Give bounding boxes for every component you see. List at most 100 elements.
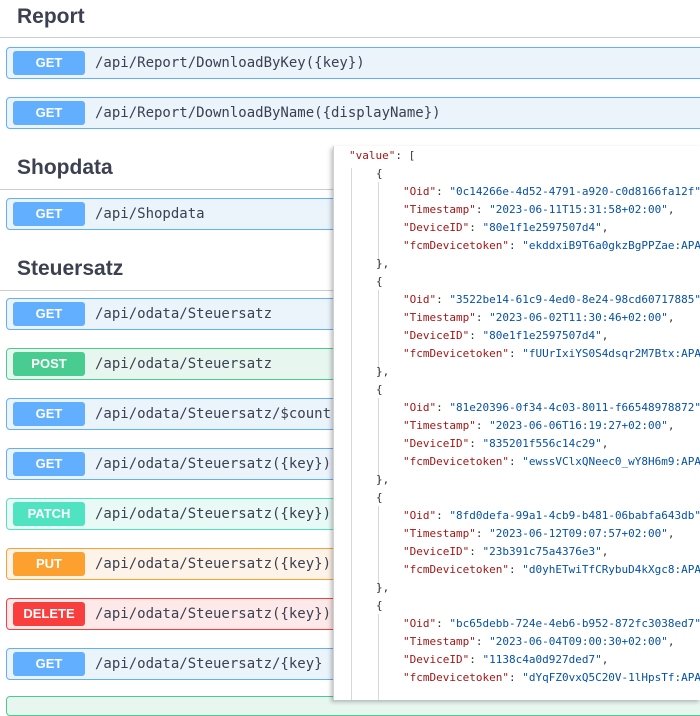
json-punctuation: , (601, 653, 609, 666)
json-value: "80e1f1e2597507d4" (482, 329, 602, 342)
json-key: "Timestamp" (403, 635, 476, 648)
json-punctuation: : (508, 455, 523, 468)
json-punctuation: : (475, 527, 490, 540)
json-object-open: { (376, 383, 383, 397)
json-value: "ewssVClxQNeec0_wY8H6m9:APA (522, 455, 700, 468)
json-value: "3522be14-61c9-4ed0-8e24-98cd60717885" (449, 293, 700, 306)
json-punctuation: : (436, 509, 450, 522)
json-punctuation: , (667, 527, 675, 540)
json-field-line: "DeviceID": "23b391c75a4376e3", (403, 545, 608, 559)
json-field-line: "Timestamp": "2023-06-02T11:30:46+02:00"… (403, 311, 675, 325)
json-value: "23b391c75a4376e3" (482, 545, 602, 558)
json-punctuation: , (667, 419, 675, 432)
json-object-open: { (376, 167, 383, 181)
json-field-line: "Oid": "0c14266e-4d52-4791-a920-c0d8166f… (403, 185, 700, 199)
json-punctuation: { (376, 167, 383, 180)
operation-path: /api/odata/Steuersatz/{key} (95, 656, 323, 672)
json-value: "80e1f1e2597507d4" (482, 221, 602, 234)
json-key: "DeviceID" (403, 221, 470, 234)
json-object-open: { (376, 275, 383, 289)
json-value: "2023-06-02T11:30:46+02:00" (489, 311, 668, 324)
json-punctuation: : (469, 545, 483, 558)
json-punctuation: : (469, 653, 483, 666)
method-badge: GET (13, 51, 85, 75)
json-field-line: "Timestamp": "2023-06-11T15:31:58+02:00"… (403, 203, 675, 217)
json-response-panel[interactable]: "value": [ { "Oid": "0c14266e-4d52-4791-a… (333, 146, 700, 700)
json-field-line: "Timestamp": "2023-06-06T16:19:27+02:00"… (403, 419, 675, 433)
operation-get-report-downloadbykey[interactable]: GET /api/Report/DownloadByKey({key}) (6, 47, 700, 79)
json-object-open: { (376, 599, 383, 613)
indent-guide (378, 182, 379, 268)
method-badge: DELETE (13, 602, 85, 626)
indent-guide (351, 168, 352, 700)
method-badge: PATCH (13, 502, 85, 526)
json-punctuation: }, (376, 365, 390, 378)
section-title-report: Report (17, 5, 85, 28)
json-key: "fcmDevicetoken" (403, 671, 509, 684)
section-divider (0, 37, 700, 38)
json-key: "fcmDevicetoken" (403, 563, 509, 576)
method-badge: GET (13, 652, 85, 676)
json-field-line: "fcmDevicetoken": "fUUrIxiYS0S4dsqr2M7Bt… (403, 347, 700, 361)
method-badge: GET (13, 202, 85, 226)
json-object-close: }, (376, 473, 389, 487)
json-punctuation: : (475, 419, 490, 432)
json-field-line: "Timestamp": "2023-06-12T09:07:57+02:00"… (403, 527, 675, 541)
json-key: "Oid" (403, 293, 437, 306)
json-value: "2023-06-12T09:07:57+02:00" (489, 527, 668, 540)
operation-path: /api/odata/Steuersatz({key}) (95, 456, 332, 472)
json-key: "Oid" (403, 401, 437, 414)
json-punctuation: : (469, 437, 483, 450)
operation-path: /api/Report/DownloadByName({displayName}… (95, 105, 441, 121)
json-key: "DeviceID" (403, 437, 470, 450)
method-badge: PUT (13, 552, 85, 576)
json-field-line: "DeviceID": "835201f556c14c29", (403, 437, 608, 451)
json-value: "81e20396-0f34-4c03-8011-f66548978872" (449, 401, 700, 414)
json-punctuation: }, (376, 257, 390, 270)
json-punctuation: : (475, 635, 490, 648)
json-field-line: "fcmDevicetoken": "ewssVClxQNeec0_wY8H6m… (403, 455, 700, 469)
json-field-line: "Oid": "8fd0defa-99a1-4cb9-b481-06babfa6… (403, 509, 700, 523)
json-key: "Oid" (403, 617, 437, 630)
json-value: "dYqFZ0vxQ5C20V-1lHpsTf:APA (522, 671, 700, 684)
json-field-line: "fcmDevicetoken": "d0yhETwiTfCRybuD4kXgc… (403, 563, 700, 577)
json-value: "ekddxiB9T6a0gkzBgPPZae:APA (522, 239, 700, 252)
json-key: "fcmDevicetoken" (403, 455, 509, 468)
json-key: "value" (349, 149, 396, 162)
section-report[interactable]: Report (0, 0, 700, 40)
json-punctuation: : (469, 329, 483, 342)
json-punctuation: : (508, 671, 523, 684)
json-punctuation: { (376, 383, 383, 396)
json-field-line: "fcmDevicetoken": "dYqFZ0vxQ5C20V-1lHpsT… (403, 671, 700, 685)
json-key: "Timestamp" (403, 311, 476, 324)
indent-guide (378, 290, 379, 376)
json-punctuation: , (601, 329, 609, 342)
json-punctuation: , (667, 203, 675, 216)
json-value: "0c14266e-4d52-4791-a920-c0d8166fa12f" (449, 185, 700, 198)
json-object-close: }, (376, 365, 389, 379)
operation-path: /api/odata/Steuersatz (95, 356, 273, 372)
section-title-shopdata: Shopdata (17, 156, 113, 179)
json-value: "d0yhETwiTfCRybuD4kXgc8:APA (522, 563, 700, 576)
json-punctuation: , (601, 437, 609, 450)
json-object-open: { (376, 491, 383, 505)
operation-get-report-downloadbyname[interactable]: GET /api/Report/DownloadByName({displayN… (6, 97, 700, 129)
json-punctuation: , (601, 545, 609, 558)
json-root-line: "value": [ (349, 149, 415, 163)
json-key: "fcmDevicetoken" (403, 239, 509, 252)
section-title-steuersatz: Steuersatz (17, 257, 124, 280)
operation-path: /api/odata/Steuersatz({key}) (95, 556, 332, 572)
method-badge: GET (13, 101, 85, 125)
json-key: "Oid" (403, 185, 437, 198)
json-value: "8fd0defa-99a1-4cb9-b481-06babfa643db" (449, 509, 700, 522)
json-field-line: "DeviceID": "80e1f1e2597507d4", (403, 221, 608, 235)
json-punctuation: : (475, 203, 490, 216)
method-badge: GET (13, 452, 85, 476)
method-badge: GET (13, 302, 85, 326)
indent-guide (378, 614, 379, 700)
json-value: "2023-06-04T09:00:30+02:00" (489, 635, 668, 648)
json-punctuation: : (436, 185, 450, 198)
json-punctuation: : (508, 239, 523, 252)
json-key: "fcmDevicetoken" (403, 347, 509, 360)
json-punctuation: : (469, 221, 483, 234)
